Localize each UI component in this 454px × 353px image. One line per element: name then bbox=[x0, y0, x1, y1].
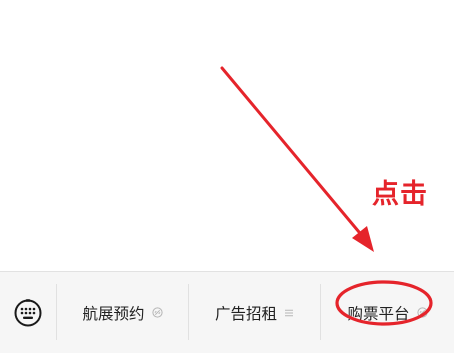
submenu-lines-icon bbox=[284, 308, 294, 318]
link-icon bbox=[151, 307, 163, 318]
menu-item-label: 航展预约 bbox=[82, 304, 145, 323]
keyboard-toggle-button[interactable] bbox=[0, 272, 56, 353]
link-icon bbox=[416, 307, 428, 318]
keyboard-icon bbox=[14, 298, 42, 326]
menu-item-label: 购票平台 bbox=[347, 304, 410, 323]
menu-item-label: 广告招租 bbox=[214, 304, 277, 323]
menu-item-exhibition-reservation[interactable]: 航展预约 bbox=[57, 272, 188, 353]
custom-menu-bar: 航展预约 广告招租 购票平台 bbox=[0, 271, 454, 353]
chat-content-area bbox=[0, 0, 454, 271]
menu-item-ticket-platform[interactable]: 购票平台 bbox=[321, 272, 454, 353]
menu-item-ad-rental[interactable]: 广告招租 bbox=[189, 272, 320, 353]
